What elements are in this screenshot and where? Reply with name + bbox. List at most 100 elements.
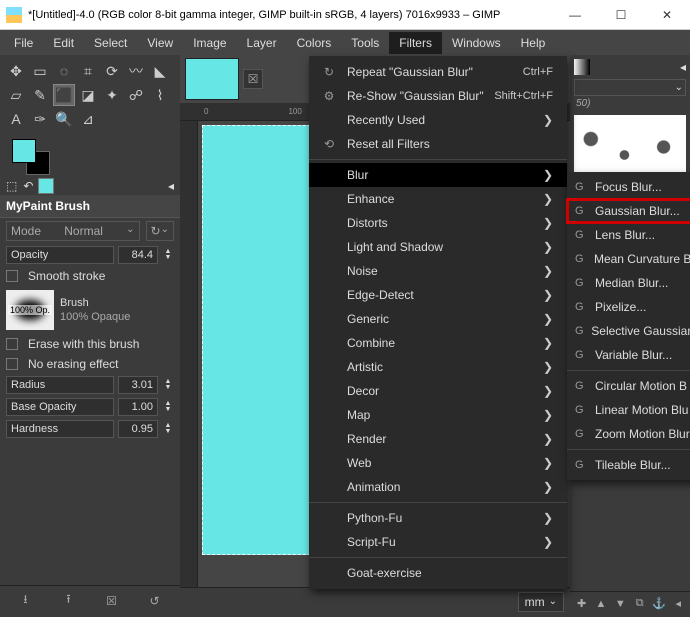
menu-item-reset-all-filters[interactable]: ⟲Reset all Filters xyxy=(309,132,567,156)
menu-tools[interactable]: Tools xyxy=(341,32,389,54)
menu-item-python-fu[interactable]: Python-Fu❯ xyxy=(309,506,567,530)
tab-color-icon[interactable] xyxy=(39,179,53,193)
menu-item-recently-used[interactable]: Recently Used❯ xyxy=(309,108,567,132)
menu-item-enhance[interactable]: Enhance❯ xyxy=(309,187,567,211)
tool-text[interactable]: A xyxy=(6,109,26,129)
menu-item-web[interactable]: Web❯ xyxy=(309,451,567,475)
panel-menu-icon[interactable]: ◂ xyxy=(168,179,174,193)
menu-item-light-and-shadow[interactable]: Light and Shadow❯ xyxy=(309,235,567,259)
unit-select[interactable]: mm⌄ xyxy=(518,592,564,612)
menu-layer[interactable]: Layer xyxy=(237,32,287,54)
menu-colors[interactable]: Colors xyxy=(287,32,342,54)
submenu-item-focus-blur-[interactable]: GFocus Blur... xyxy=(567,175,690,199)
menu-item-noise[interactable]: Noise❯ xyxy=(309,259,567,283)
hardness-spinner[interactable]: ▲▼ xyxy=(162,423,174,435)
foreground-swatch[interactable] xyxy=(12,139,36,163)
tab-icon[interactable]: ⬚ xyxy=(6,179,17,193)
submenu-item-mean-curvature-bl[interactable]: GMean Curvature Bl xyxy=(567,247,690,271)
close-button[interactable]: ✕ xyxy=(644,0,690,30)
menu-item-map[interactable]: Map❯ xyxy=(309,403,567,427)
tool-color-picker[interactable]: ✑ xyxy=(30,109,50,129)
menu-item-distorts[interactable]: Distorts❯ xyxy=(309,211,567,235)
tool-warp[interactable]: 〰 xyxy=(126,61,146,81)
minimize-button[interactable]: — xyxy=(552,0,598,30)
ruler-vertical[interactable] xyxy=(180,121,198,587)
smooth-stroke-checkbox[interactable]: Smooth stroke xyxy=(0,266,180,286)
submenu-item-lens-blur-[interactable]: GLens Blur... xyxy=(567,223,690,247)
lower-layer-icon[interactable]: ▼ xyxy=(613,597,627,611)
submenu-item-tileable-blur-[interactable]: GTileable Blur... xyxy=(567,453,690,477)
submenu-item-zoom-motion-blur[interactable]: GZoom Motion Blur xyxy=(567,422,690,446)
menu-windows[interactable]: Windows xyxy=(442,32,511,54)
submenu-item-pixelize-[interactable]: GPixelize... xyxy=(567,295,690,319)
tool-mypaint-brush[interactable]: ⬛ xyxy=(54,85,74,105)
tool-bucket[interactable]: ◣ xyxy=(150,61,170,81)
hardness-label[interactable]: Hardness xyxy=(6,420,114,438)
brush-tab-icon[interactable] xyxy=(574,59,590,75)
menu-item-re-show-gaussian-blur-[interactable]: ⚙Re-Show "Gaussian Blur"Shift+Ctrl+F xyxy=(309,84,567,108)
menu-item-generic[interactable]: Generic❯ xyxy=(309,307,567,331)
menu-item-script-fu[interactable]: Script-Fu❯ xyxy=(309,530,567,554)
menu-help[interactable]: Help xyxy=(511,32,556,54)
submenu-item-median-blur-[interactable]: GMedian Blur... xyxy=(567,271,690,295)
menu-item-combine[interactable]: Combine❯ xyxy=(309,331,567,355)
menu-item-animation[interactable]: Animation❯ xyxy=(309,475,567,499)
radius-spinner[interactable]: ▲▼ xyxy=(162,379,174,391)
submenu-item-gaussian-blur-[interactable]: GGaussian Blur... xyxy=(567,199,690,223)
radius-label[interactable]: Radius xyxy=(6,376,114,394)
tool-pencil[interactable]: ✎ xyxy=(30,85,50,105)
save-preset-icon[interactable]: ⭳ xyxy=(16,591,36,611)
anchor-layer-icon[interactable]: ⚓ xyxy=(652,597,666,611)
submenu-item-circular-motion-b[interactable]: GCircular Motion B xyxy=(567,374,690,398)
layer-menu-icon[interactable]: ◂ xyxy=(671,597,685,611)
opacity-spinner[interactable]: ▲▼ xyxy=(162,249,174,261)
duplicate-layer-icon[interactable]: ⧉ xyxy=(633,597,647,611)
menu-image[interactable]: Image xyxy=(183,32,236,54)
menu-file[interactable]: File xyxy=(4,32,43,54)
menu-item-goat-exercise[interactable]: Goat-exercise xyxy=(309,561,567,585)
panel-menu-icon[interactable]: ◂ xyxy=(680,60,686,74)
brush-preview[interactable]: 100% Op. xyxy=(6,290,54,330)
tool-eraser[interactable]: ◪ xyxy=(78,85,98,105)
menu-item-artistic[interactable]: Artistic❯ xyxy=(309,355,567,379)
tool-clone[interactable]: ✦ xyxy=(102,85,122,105)
menu-item-repeat-gaussian-blur-[interactable]: ↻Repeat "Gaussian Blur"Ctrl+F xyxy=(309,60,567,84)
menu-item-render[interactable]: Render❯ xyxy=(309,427,567,451)
brush-select[interactable]: ⌄ xyxy=(574,79,686,96)
reset-preset-icon[interactable]: ↺ xyxy=(145,591,165,611)
opacity-label[interactable]: Opacity xyxy=(6,246,114,264)
tool-gradient[interactable]: ▱ xyxy=(6,85,26,105)
tool-crop[interactable]: ⌗ xyxy=(78,61,98,81)
tool-free-select[interactable]: ◌ xyxy=(54,61,74,81)
hardness-value[interactable]: 0.95 xyxy=(118,420,158,438)
image-tab[interactable] xyxy=(186,59,238,99)
menu-item-decor[interactable]: Decor❯ xyxy=(309,379,567,403)
menu-filters[interactable]: Filters xyxy=(389,32,442,54)
raise-layer-icon[interactable]: ▲ xyxy=(594,597,608,611)
baseopacity-value[interactable]: 1.00 xyxy=(118,398,158,416)
close-tab-icon[interactable]: ☒ xyxy=(244,70,262,88)
menu-item-edge-detect[interactable]: Edge-Detect❯ xyxy=(309,283,567,307)
tab-icon[interactable]: ↶ xyxy=(23,179,33,193)
erase-checkbox[interactable]: Erase with this brush xyxy=(0,334,180,354)
menu-select[interactable]: Select xyxy=(84,32,137,54)
color-swatches[interactable] xyxy=(0,135,180,177)
maximize-button[interactable]: ☐ xyxy=(598,0,644,30)
tool-paths[interactable]: ⌇ xyxy=(150,85,170,105)
tool-measure[interactable]: ⊿ xyxy=(78,109,98,129)
delete-preset-icon[interactable]: ☒ xyxy=(102,591,122,611)
tool-rect-select[interactable]: ▭ xyxy=(30,61,50,81)
submenu-item-variable-blur-[interactable]: GVariable Blur... xyxy=(567,343,690,367)
baseopacity-spinner[interactable]: ▲▼ xyxy=(162,401,174,413)
menu-view[interactable]: View xyxy=(137,32,183,54)
tool-move[interactable]: ✥ xyxy=(6,61,26,81)
baseopacity-label[interactable]: Base Opacity xyxy=(6,398,114,416)
restore-preset-icon[interactable]: ⭱ xyxy=(59,591,79,611)
mode-switch[interactable]: ↻⌄ xyxy=(146,221,174,241)
submenu-item-selective-gaussian[interactable]: GSelective Gaussian xyxy=(567,319,690,343)
mode-select[interactable]: Mode Normal ⌄ xyxy=(6,221,140,241)
tool-smudge[interactable]: ☍ xyxy=(126,85,146,105)
menu-edit[interactable]: Edit xyxy=(43,32,84,54)
opacity-value[interactable]: 84.4 xyxy=(118,246,158,264)
noerase-checkbox[interactable]: No erasing effect xyxy=(0,354,180,374)
